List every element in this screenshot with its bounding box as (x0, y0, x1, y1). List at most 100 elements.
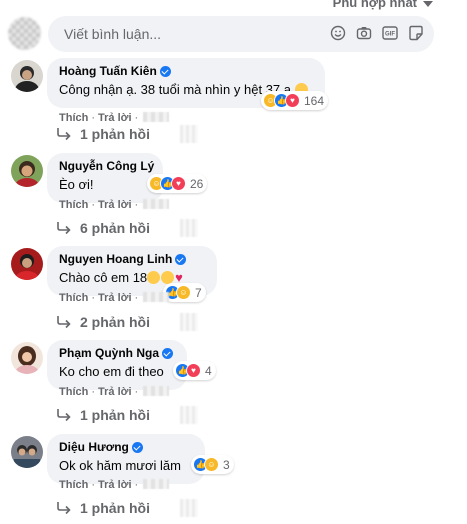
camera-icon[interactable] (356, 25, 372, 41)
sort-dropdown[interactable]: Phù hợp nhất (333, 0, 433, 10)
comment-actions: Thích · Trả lời · (59, 386, 170, 398)
avatar[interactable] (11, 342, 43, 374)
comment-text-content: Chào cô em 18 (59, 270, 148, 285)
like-link[interactable]: Thích (59, 199, 88, 211)
replies-count-label: 1 phản hồi (80, 126, 150, 142)
commenter-name-text: Hoàng Tuấn Kiên (59, 64, 157, 78)
replies-count-label: 2 phản hồi (80, 314, 150, 330)
love-reaction-icon: ♥ (285, 93, 300, 108)
reply-arrow-icon (57, 222, 71, 235)
commenter-name[interactable]: Nguyen Hoang Linh (59, 252, 205, 266)
comment-text: Èo ơi! (59, 177, 94, 192)
commenter-name[interactable]: Phạm Quỳnh Nga (59, 346, 175, 360)
comment-actions: Thích · Trả lời · (59, 112, 170, 124)
blurred-avatar (180, 219, 198, 237)
reply-link[interactable]: Trả lời (98, 292, 132, 304)
comment: Nguyễn Công Lý Èo ơi! ☺ 👍 ♥ 26 Thích · Trả… (11, 153, 451, 243)
love-reaction-icon: ♥ (186, 363, 201, 378)
blurred-avatar (180, 313, 198, 331)
comment-text: Ko cho em đi theo (59, 364, 164, 379)
blurred-avatar (180, 406, 198, 424)
reaction-count: 26 (190, 176, 204, 191)
commenter-name-text: Diệu Hương (59, 440, 129, 454)
reaction-summary[interactable]: ☺ 👍 ♥ 164 (261, 91, 329, 110)
verified-badge-icon (159, 65, 171, 77)
comment-bubble: Nguyễn Công Lý Èo ơi! (47, 153, 163, 203)
haha-reaction-icon: ☺ (204, 457, 219, 472)
reaction-count: 3 (223, 457, 230, 472)
reaction-count: 164 (304, 93, 325, 108)
reaction-summary[interactable]: ☺ 👍 ♥ 26 (147, 174, 208, 193)
gif-icon[interactable]: GIF (382, 25, 398, 41)
commenter-name[interactable]: Nguyễn Công Lý (59, 159, 155, 173)
view-replies-link[interactable]: 1 phản hồi (56, 499, 198, 517)
comment-text: Ok ok hăm mươi lăm (59, 458, 181, 473)
timestamp-blurred (143, 112, 170, 122)
sort-label: Phù hợp nhất (332, 0, 417, 10)
laughing-emoji-icon (147, 271, 161, 284)
comment: Nguyen Hoang Linh Chào cô em 18 ♥ 👍 ☺ 7 T… (11, 246, 451, 338)
comment: Phạm Quỳnh Nga Ko cho em đi theo 👍 ♥ 4 T… (11, 340, 451, 430)
reaction-count: 4 (205, 363, 212, 378)
avatar[interactable] (11, 248, 43, 280)
timestamp-blurred (143, 199, 170, 209)
haha-reaction-icon: ☺ (176, 285, 191, 300)
comment: Diệu Hương Ok ok hăm mươi lăm 👍 ☺ 3 Thíc… (11, 434, 451, 524)
verified-badge-icon (175, 253, 187, 265)
comment-actions: Thích · Trả lời · (59, 292, 170, 304)
blurred-avatar (180, 125, 198, 143)
reaction-summary[interactable]: 👍 ♥ 4 (173, 361, 216, 380)
reply-arrow-icon (57, 128, 71, 141)
chevron-down-icon (423, 0, 433, 7)
avatar[interactable] (11, 436, 43, 468)
view-replies-link[interactable]: 2 phản hồi (56, 313, 198, 331)
comment-composer: Viết bình luận... GIF (8, 15, 434, 53)
svg-text:GIF: GIF (385, 32, 395, 38)
like-link[interactable]: Thích (59, 386, 88, 398)
comment-actions: Thích · Trả lời · (59, 199, 170, 211)
verified-badge-icon (131, 441, 143, 453)
comment: Hoàng Tuấn Kiên Công nhận ạ. 38 tuổi mà … (11, 58, 451, 148)
avatar (8, 17, 41, 50)
replies-count-label: 1 phản hồi (80, 500, 150, 516)
avatar[interactable] (11, 155, 43, 187)
love-reaction-icon: ♥ (171, 176, 186, 191)
avatar[interactable] (11, 60, 43, 92)
reply-link[interactable]: Trả lời (98, 199, 132, 211)
commenter-name[interactable]: Hoàng Tuấn Kiên (59, 64, 313, 78)
sticker-icon[interactable] (408, 25, 424, 41)
reaction-summary[interactable]: 👍 ☺ 7 (163, 283, 206, 302)
view-replies-link[interactable]: 1 phản hồi (56, 125, 198, 143)
comment-bubble: Phạm Quỳnh Nga Ko cho em đi theo (47, 340, 187, 390)
reply-link[interactable]: Trả lời (98, 112, 132, 124)
reply-link[interactable]: Trả lời (98, 479, 132, 491)
replies-count-label: 6 phản hồi (80, 220, 150, 236)
like-link[interactable]: Thích (59, 479, 88, 491)
commenter-name-text: Nguyen Hoang Linh (59, 252, 173, 266)
blurred-avatar (180, 499, 198, 517)
like-link[interactable]: Thích (59, 112, 88, 124)
like-link[interactable]: Thích (59, 292, 88, 304)
commenter-name-text: Nguyễn Công Lý (59, 159, 155, 173)
comment-actions: Thích · Trả lời · (59, 479, 170, 491)
comment-text-content: Công nhận ạ. 38 tuổi mà nhìn y hệt 37 ạ (59, 82, 292, 97)
view-replies-link[interactable]: 6 phản hồi (56, 219, 198, 237)
reply-arrow-icon (57, 502, 71, 515)
smiley-icon[interactable] (330, 25, 346, 41)
reply-arrow-icon (57, 409, 71, 422)
replies-count-label: 1 phản hồi (80, 407, 150, 423)
reply-arrow-icon (57, 316, 71, 329)
comment-input[interactable]: Viết bình luận... GIF (48, 16, 434, 52)
comment-input-placeholder: Viết bình luận... (64, 26, 162, 42)
reaction-count: 7 (195, 285, 202, 300)
verified-badge-icon (162, 347, 174, 359)
timestamp-blurred (143, 292, 170, 302)
timestamp-blurred (143, 386, 170, 396)
view-replies-link[interactable]: 1 phản hồi (56, 406, 198, 424)
reply-link[interactable]: Trả lời (98, 386, 132, 398)
reaction-summary[interactable]: 👍 ☺ 3 (191, 455, 234, 474)
commenter-name[interactable]: Diệu Hương (59, 440, 193, 454)
composer-tools: GIF (330, 25, 424, 41)
timestamp-blurred (143, 479, 170, 489)
commenter-name-text: Phạm Quỳnh Nga (59, 346, 160, 360)
